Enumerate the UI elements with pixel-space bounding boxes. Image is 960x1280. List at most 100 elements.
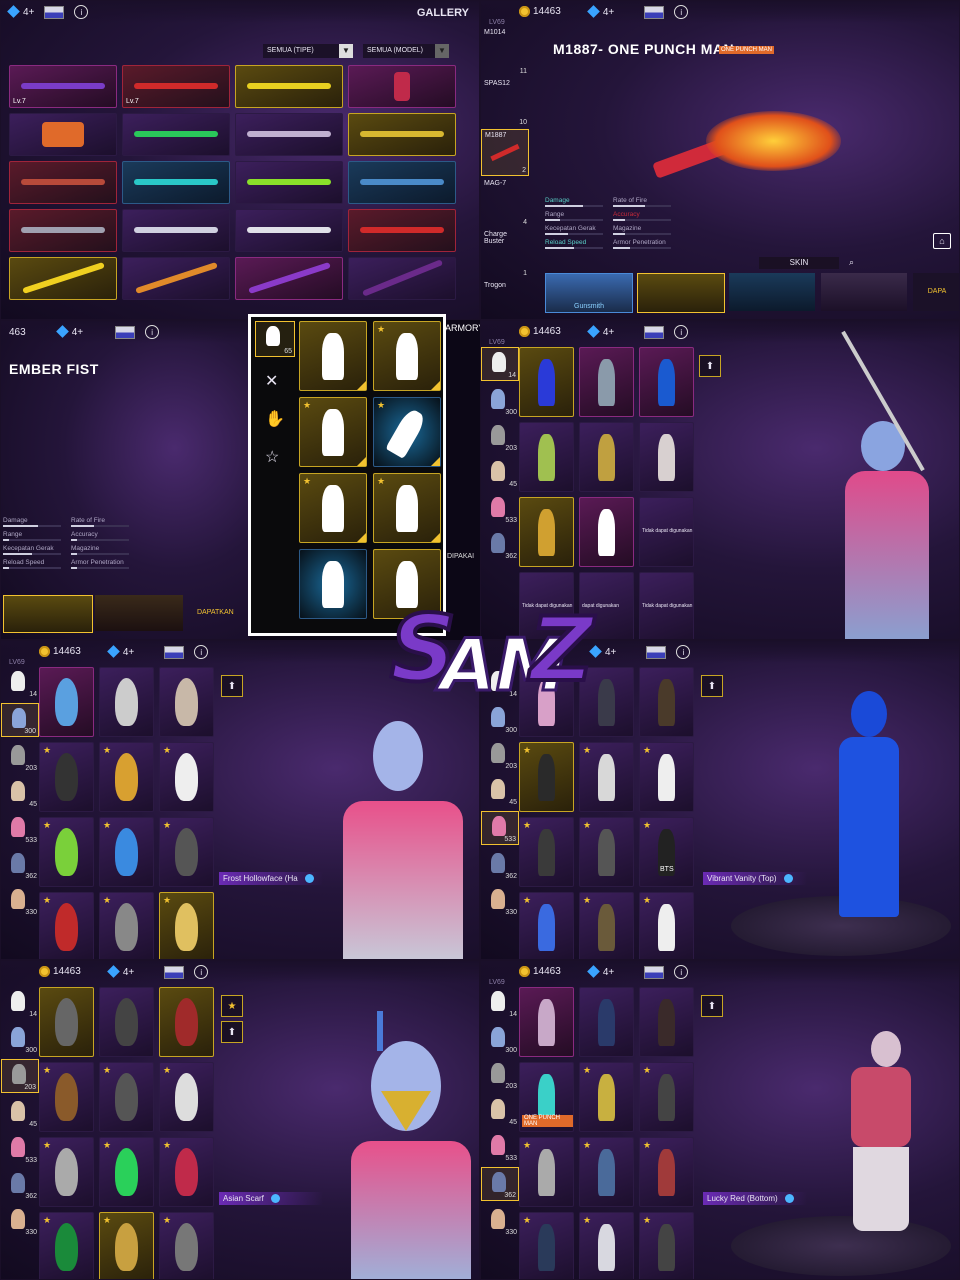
category-mask[interactable]: 203 bbox=[481, 421, 519, 453]
skin-option[interactable] bbox=[729, 273, 815, 311]
mask-tile[interactable]: ★ bbox=[99, 1212, 154, 1279]
top-tile[interactable]: ★ bbox=[639, 892, 694, 959]
info-icon[interactable]: i bbox=[674, 5, 689, 19]
bottom-tile[interactable] bbox=[639, 987, 694, 1057]
bottom-tile[interactable]: ★ bbox=[639, 1212, 694, 1279]
head-tile[interactable]: ★ bbox=[159, 817, 214, 887]
top-tile[interactable]: ★ BTS bbox=[639, 817, 694, 887]
category-head[interactable]: 300 bbox=[481, 385, 519, 417]
weapon-skin-tile[interactable] bbox=[122, 161, 230, 204]
info-icon[interactable]: i bbox=[676, 645, 691, 659]
emote-category-gesture[interactable]: ✋ bbox=[255, 405, 295, 433]
buy-button[interactable]: DAPATKAN bbox=[187, 595, 249, 631]
category-mask[interactable]: 203 bbox=[481, 739, 519, 771]
category-bottom[interactable]: 362 bbox=[481, 1167, 519, 1201]
bottom-tile[interactable]: ★ bbox=[579, 1212, 634, 1279]
emote-tile[interactable]: ★ bbox=[299, 397, 367, 467]
weapon-list-item[interactable]: Trogon bbox=[481, 280, 529, 315]
weapon-skin-tile[interactable] bbox=[9, 209, 117, 252]
weapon-skin-tile[interactable] bbox=[235, 161, 343, 204]
category-top[interactable]: 533 bbox=[481, 1131, 519, 1163]
melee-skin-option-selected[interactable] bbox=[3, 595, 93, 633]
outfit-tile[interactable] bbox=[519, 497, 574, 567]
category-face[interactable]: 45 bbox=[481, 457, 519, 489]
favorite-button[interactable]: ★ bbox=[221, 995, 243, 1017]
info-icon[interactable]: i bbox=[145, 325, 160, 339]
category-top[interactable]: 533 bbox=[1, 1133, 39, 1165]
skin-option[interactable] bbox=[821, 273, 907, 311]
outfit-tile[interactable] bbox=[579, 347, 634, 417]
weapon-skin-tile[interactable] bbox=[235, 257, 343, 300]
weapon-skin-tile[interactable] bbox=[122, 209, 230, 252]
emote-tile[interactable] bbox=[299, 549, 367, 619]
category-face[interactable]: 45 bbox=[481, 1095, 519, 1127]
weapon-list-item-selected[interactable]: M1887 2 bbox=[481, 129, 529, 176]
top-tile[interactable]: ★ bbox=[579, 817, 634, 887]
bottom-tile[interactable]: ONE PUNCH MAN bbox=[519, 1062, 574, 1132]
category-shoes[interactable]: 330 bbox=[1, 1205, 39, 1237]
category-full-body[interactable]: 14 bbox=[481, 987, 519, 1019]
bottom-tile[interactable] bbox=[579, 987, 634, 1057]
search-icon[interactable]: ⌕ bbox=[849, 257, 861, 269]
top-tile[interactable]: ★ bbox=[639, 742, 694, 812]
top-tile[interactable]: ★ bbox=[519, 817, 574, 887]
top-tile[interactable] bbox=[639, 667, 694, 737]
mask-tile[interactable] bbox=[99, 987, 154, 1057]
category-head[interactable]: 300 bbox=[481, 1023, 519, 1055]
category-bottom[interactable]: 362 bbox=[1, 1169, 39, 1201]
filter-model-select[interactable]: SEMUA (MODEL) ▼ bbox=[363, 44, 449, 58]
head-tile[interactable]: ★ bbox=[99, 742, 154, 812]
head-tile[interactable]: ★ bbox=[159, 742, 214, 812]
weapon-skin-tile[interactable] bbox=[235, 113, 343, 156]
bottom-tile[interactable]: ★ bbox=[519, 1212, 574, 1279]
category-mask[interactable]: 203 bbox=[481, 1059, 519, 1091]
home-icon[interactable]: ⌂ bbox=[933, 233, 951, 249]
equip-button[interactable]: ⬆ bbox=[701, 675, 723, 697]
weapon-list-item[interactable]: SPAS12 10 bbox=[481, 78, 529, 127]
outfit-tile[interactable] bbox=[639, 422, 694, 492]
head-tile[interactable]: ★ bbox=[159, 892, 214, 959]
top-tile[interactable]: ★ bbox=[579, 892, 634, 959]
emote-tile[interactable]: ★ bbox=[373, 321, 441, 391]
mask-tile[interactable]: ★ bbox=[159, 1212, 214, 1279]
emote-category-dance[interactable]: ☆ bbox=[255, 443, 295, 471]
bottom-tile[interactable]: ★ bbox=[579, 1137, 634, 1207]
info-icon[interactable]: i bbox=[674, 965, 689, 979]
head-tile[interactable]: ★ bbox=[39, 742, 94, 812]
category-bottom[interactable]: 362 bbox=[1, 849, 39, 881]
top-tile[interactable]: ★ bbox=[579, 742, 634, 812]
skin-option-onepunch[interactable] bbox=[637, 273, 725, 313]
head-tile[interactable]: ★ bbox=[39, 817, 94, 887]
category-face[interactable]: 45 bbox=[481, 775, 519, 807]
weapon-list-item[interactable]: Charge Buster 1 bbox=[481, 229, 529, 278]
buy-button[interactable]: DAPA bbox=[913, 273, 959, 311]
top-tile[interactable]: ★ bbox=[519, 892, 574, 959]
mask-tile[interactable]: ★ bbox=[159, 1137, 214, 1207]
outfit-tile[interactable] bbox=[639, 347, 694, 417]
mask-tile[interactable]: ★ bbox=[99, 1062, 154, 1132]
category-mask[interactable]: 203 bbox=[1, 1059, 39, 1093]
info-icon[interactable]: i bbox=[194, 965, 209, 979]
category-top[interactable]: 533 bbox=[481, 811, 519, 845]
emote-tile[interactable]: ★ bbox=[373, 473, 441, 543]
weapon-list-item[interactable]: M1014 11 bbox=[481, 27, 529, 76]
weapon-skin-tile[interactable] bbox=[9, 161, 117, 204]
equip-button[interactable]: ⬆ bbox=[701, 995, 723, 1017]
outfit-tile[interactable]: Tidak dapat digunakan bbox=[639, 572, 694, 639]
tab-skin[interactable]: SKIN bbox=[759, 257, 839, 269]
weapon-skin-tile[interactable] bbox=[348, 161, 456, 204]
weapon-skin-tile[interactable] bbox=[348, 257, 456, 300]
category-head[interactable]: 300 bbox=[1, 1023, 39, 1055]
weapon-skin-tile[interactable] bbox=[9, 113, 117, 156]
weapon-skin-tile[interactable] bbox=[235, 65, 343, 108]
weapon-skin-tile[interactable]: Lv.7 bbox=[9, 65, 117, 108]
emote-category-all[interactable]: 65 bbox=[255, 321, 295, 357]
skin-option-gunsmith[interactable]: Gunsmith bbox=[545, 273, 633, 313]
equip-button[interactable]: ⬆ bbox=[221, 675, 243, 697]
outfit-tile[interactable] bbox=[519, 347, 574, 417]
outfit-tile[interactable]: Tidak dapat digunakan bbox=[639, 497, 694, 567]
emote-tile[interactable]: ★ bbox=[373, 397, 441, 467]
category-mask[interactable]: 203 bbox=[1, 741, 39, 773]
melee-skin-option[interactable] bbox=[95, 595, 183, 631]
emote-tile[interactable] bbox=[299, 321, 367, 391]
